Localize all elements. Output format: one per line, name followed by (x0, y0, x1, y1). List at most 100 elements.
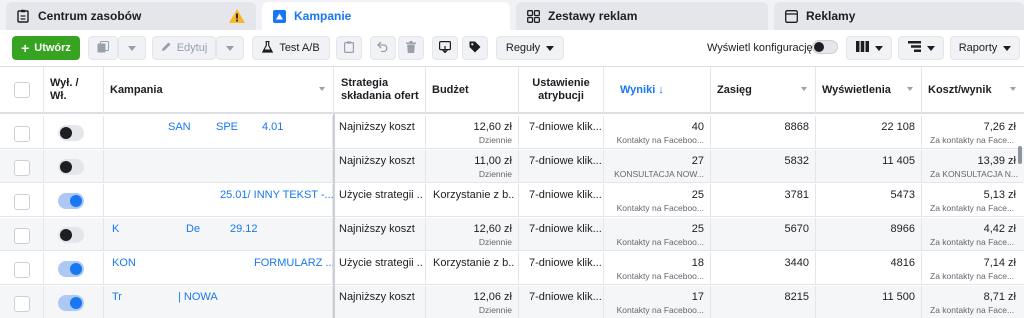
campaign-name-link[interactable]: | NOWA (178, 291, 218, 303)
tab-ad-sets[interactable]: Zestawy reklam (516, 2, 768, 30)
tab-asset-center[interactable]: Centrum zasobów (6, 2, 256, 30)
tab-label: Centrum zasobów (38, 9, 142, 23)
undo-button[interactable] (370, 36, 396, 60)
header-results[interactable]: Wyniki ↓ (604, 67, 711, 113)
bid-strategy-cell: Najniższy koszt (335, 218, 426, 251)
sort-arrow-icon (1010, 87, 1016, 91)
delete-button[interactable] (398, 36, 424, 60)
campaign-onoff-toggle[interactable] (58, 159, 84, 175)
table-row[interactable]: 25.01/ INNY TEKST -... Użycie strategii .… (0, 184, 1024, 217)
chevron-down-icon (926, 45, 935, 51)
create-button[interactable]: + Utwórz (12, 36, 80, 60)
tab-ads[interactable]: Reklamy (774, 2, 1024, 30)
row-checkbox[interactable] (14, 262, 30, 278)
results-value: 25 (691, 223, 704, 235)
reach-cell: 8868 (711, 116, 816, 149)
edit-dropdown-button[interactable] (216, 36, 244, 60)
table-row[interactable]: KON FORMULARZ ... Użycie strategii ... Korz… (0, 252, 1024, 285)
cost-per-result-value: 7,14 zł (983, 257, 1016, 269)
header-reach[interactable]: Zasięg (711, 67, 816, 113)
row-checkbox[interactable] (14, 160, 30, 176)
campaign-name-link[interactable]: Tr (112, 291, 122, 303)
tab-label: Kampanie (294, 9, 352, 23)
campaign-onoff-toggle[interactable] (58, 295, 84, 311)
table-row[interactable]: SAN SPE 4.01 Najniższy koszt 12,60 zł Dzienni… (0, 116, 1024, 149)
columns-button[interactable] (846, 36, 892, 60)
results-value: 25 (691, 189, 704, 201)
results-cell: 17 Kontakty na Faceboo... (604, 286, 711, 318)
campaign-name-link[interactable]: FORMULARZ ... (254, 257, 335, 269)
row-toggle-cell (44, 184, 104, 217)
tag-icon (469, 41, 481, 56)
results-value: 27 (691, 155, 704, 167)
breakdown-icon (907, 41, 921, 55)
row-toggle-cell (44, 116, 104, 149)
campaign-onoff-toggle[interactable] (58, 193, 84, 209)
bid-strategy-cell: Użycie strategii ... (335, 184, 426, 217)
cost-per-result-cell: 7,14 zł Za kontakty na Face... (922, 252, 1024, 285)
campaign-name-link[interactable]: KON (112, 257, 136, 269)
duplicate-dropdown-button[interactable] (118, 36, 146, 60)
impressions-cell: 5473 (816, 184, 922, 217)
header-budget[interactable]: Budżet (426, 67, 519, 113)
campaign-name-link[interactable]: K (112, 223, 119, 235)
row-checkbox[interactable] (14, 126, 30, 142)
attribution-value: 7-dniowe klik... (529, 155, 602, 167)
rules-dropdown[interactable]: Reguły (496, 36, 564, 60)
warning-icon[interactable] (228, 8, 246, 27)
tab-campaigns[interactable]: Kampanie (262, 2, 510, 30)
budget-value: 11,00 zł (474, 155, 512, 167)
bid-strategy-cell: Najniższy koszt (335, 286, 426, 318)
campaign-onoff-toggle[interactable] (58, 125, 84, 141)
impressions-value: 22 108 (881, 121, 915, 133)
cost-per-result-cell: 8,71 zł Za kontakty na Face... (922, 286, 1024, 318)
show-config-toggle[interactable] (812, 40, 838, 54)
plus-icon: + (21, 40, 30, 56)
edit-button[interactable]: Edytuj (152, 36, 216, 60)
bid-strategy-cell: Najniższy koszt (335, 150, 426, 183)
budget-cell: 11,00 zł Dziennie (426, 150, 519, 183)
campaign-name-link[interactable]: 4.01 (262, 121, 283, 133)
row-checkbox[interactable] (14, 296, 30, 312)
row-select-cell (0, 116, 44, 149)
tag-button[interactable] (462, 36, 488, 60)
results-value: 18 (691, 257, 704, 269)
sort-arrow-icon (801, 87, 807, 91)
header-cost-per-result[interactable]: Koszt/wynik (922, 67, 1024, 113)
ab-test-button[interactable]: Test A/B (252, 36, 330, 60)
campaign-name-link[interactable]: 25.01/ INNY TEKST -... (220, 189, 334, 201)
campaign-name-cell: Tr | NOWA (104, 286, 333, 318)
select-all-checkbox[interactable] (14, 82, 30, 98)
header-onoff[interactable]: Wył. / Wł. (44, 67, 104, 113)
campaign-name-link[interactable]: De (186, 223, 200, 235)
campaign-onoff-toggle[interactable] (58, 261, 84, 277)
header-attribution[interactable]: Ustawienie atrybucji (519, 67, 604, 113)
cost-per-result-type: Za kontakty na Face... (930, 135, 1015, 145)
results-type: Kontakty na Faceboo... (616, 305, 704, 315)
campaign-name-link[interactable]: SAN (168, 121, 191, 133)
reports-dropdown[interactable]: Raporty (950, 36, 1020, 60)
results-type: Kontakty na Faceboo... (616, 271, 704, 281)
row-toggle-cell (44, 218, 104, 251)
campaign-name-link[interactable]: 29.12 (230, 223, 258, 235)
preview-button[interactable] (432, 36, 458, 60)
cost-per-result-value: 7,26 zł (983, 121, 1016, 133)
row-checkbox[interactable] (14, 228, 30, 244)
budget-cell: Korzystanie z b... (426, 184, 519, 217)
header-bid-strategy[interactable]: Strategia składania ofert (335, 67, 426, 113)
campaign-name-link[interactable]: SPE (216, 121, 238, 133)
row-checkbox[interactable] (14, 194, 30, 210)
chevron-down-icon (874, 45, 883, 51)
results-cell: 27 KONSULTACJA NOW... (604, 150, 711, 183)
cost-per-result-type: Za kontakty na Face... (930, 271, 1015, 281)
table-row[interactable]: Tr | NOWA Najniższy koszt 12,06 zł Dziennie 7… (0, 286, 1024, 318)
header-campaign[interactable]: Kampania (104, 67, 334, 113)
clipboard-button[interactable] (336, 36, 362, 60)
table-row[interactable]: K De 29.12 Najniższy koszt 12,60 zł Dziennie 7… (0, 218, 1024, 251)
vertical-scrollbar[interactable] (1018, 146, 1022, 164)
campaign-onoff-toggle[interactable] (58, 227, 84, 243)
breakdown-button[interactable] (898, 36, 944, 60)
duplicate-button[interactable] (88, 36, 118, 60)
table-row[interactable]: Najniższy koszt 11,00 zł Dziennie 7-dniowe … (0, 150, 1024, 183)
header-impressions[interactable]: Wyświetlenia (816, 67, 922, 113)
